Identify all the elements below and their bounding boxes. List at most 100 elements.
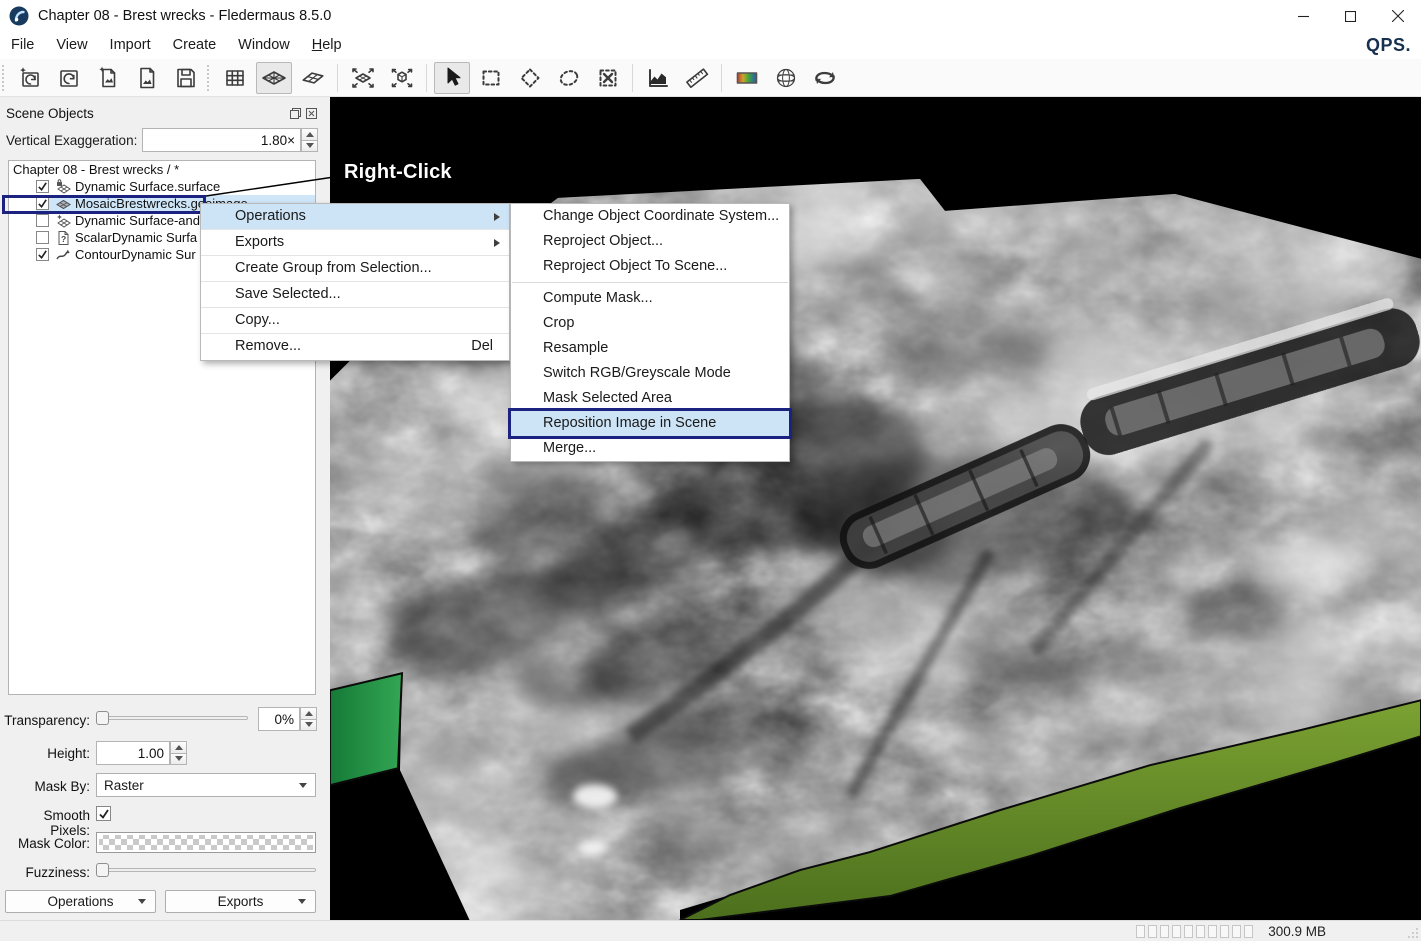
table-view-button[interactable]: [217, 62, 253, 94]
menu-item-merge[interactable]: Merge...: [511, 436, 789, 461]
new-scene-button[interactable]: [12, 62, 48, 94]
clear-selection-icon: [594, 65, 622, 91]
transparency-label: Transparency:: [0, 713, 90, 728]
vertical-exaggeration-input[interactable]: [142, 128, 301, 152]
exports-button-label: Exports: [218, 894, 264, 909]
menu-item-reproject-object-to-scene[interactable]: Reproject Object To Scene...: [511, 254, 789, 279]
toolbar-drag-handle[interactable]: [2, 65, 8, 91]
close-panel-button[interactable]: [305, 107, 318, 120]
menu-item-operations[interactable]: Operations: [201, 204, 509, 230]
spin-up-button[interactable]: [301, 128, 318, 141]
menu-item-label: Reproject Object To Scene...: [543, 258, 727, 274]
toolbar-separator: [632, 64, 633, 92]
menu-item-copy[interactable]: Copy...: [201, 308, 509, 334]
minimize-icon: [1298, 11, 1309, 22]
minimize-button[interactable]: [1280, 0, 1327, 32]
menu-item-switch-rgb-greyscale[interactable]: Switch RGB/Greyscale Mode: [511, 361, 789, 386]
toolbar-drag-handle[interactable]: [207, 65, 213, 91]
new-geopicture-button[interactable]: [90, 62, 126, 94]
menu-item-reposition-image-in-scene[interactable]: Reposition Image in Scene: [511, 411, 789, 436]
rotate-view-button[interactable]: [807, 62, 843, 94]
contour-icon: [55, 247, 75, 263]
operations-dropdown-button[interactable]: Operations: [5, 890, 156, 913]
menu-file[interactable]: File: [0, 32, 45, 59]
new-geopicture-icon: [95, 65, 121, 91]
menu-item-create-group[interactable]: Create Group from Selection...: [201, 256, 509, 282]
select-rectangle-button[interactable]: [473, 62, 509, 94]
visibility-checkbox[interactable]: [36, 214, 49, 227]
spin-down-button[interactable]: [300, 720, 317, 732]
menu-item-change-coordinate-system[interactable]: Change Object Coordinate System...: [511, 204, 789, 229]
check-icon: [37, 181, 48, 192]
close-button[interactable]: [1374, 0, 1421, 32]
resize-grip-icon[interactable]: [1407, 927, 1419, 939]
select-cursor-button[interactable]: [434, 62, 470, 94]
clear-selection-button[interactable]: [590, 62, 626, 94]
tree-item-dynamic-surface[interactable]: Dynamic Surface.surface: [36, 178, 315, 195]
height-input[interactable]: [96, 741, 170, 765]
submenu-arrow-icon: [494, 213, 500, 221]
fit-cube-icon: [388, 65, 416, 91]
slider-groove: [96, 716, 248, 720]
menu-item-reproject-object[interactable]: Reproject Object...: [511, 229, 789, 254]
fuzziness-slider[interactable]: [96, 861, 316, 879]
colormap-button[interactable]: [729, 62, 765, 94]
open-scene-button[interactable]: [51, 62, 87, 94]
menu-help[interactable]: Help: [301, 32, 353, 59]
memory-meter-cell: [1208, 925, 1217, 938]
height-label: Height:: [0, 746, 90, 761]
fit-surface-button[interactable]: [345, 62, 381, 94]
tree-root[interactable]: Chapter 08 - Brest wrecks / *: [9, 161, 315, 178]
smooth-pixels-checkbox[interactable]: [96, 806, 111, 821]
menu-import[interactable]: Import: [99, 32, 162, 59]
menu-item-mask-selected-area[interactable]: Mask Selected Area: [511, 386, 789, 411]
spin-up-button[interactable]: [300, 707, 317, 720]
open-geopicture-icon: [134, 65, 160, 91]
select-cursor-icon: [439, 65, 465, 91]
menu-item-save-selected[interactable]: Save Selected...: [201, 282, 509, 308]
mask-by-value: Raster: [104, 778, 144, 793]
scalar-doc-icon: ?: [55, 230, 75, 246]
slider-handle[interactable]: [96, 863, 109, 877]
menu-item-compute-mask[interactable]: Compute Mask...: [511, 286, 789, 311]
profile-chart-button[interactable]: [640, 62, 676, 94]
fit-grid-icon: [349, 65, 377, 91]
menu-window[interactable]: Window: [227, 32, 301, 59]
exports-dropdown-button[interactable]: Exports: [165, 890, 316, 913]
spin-up-button[interactable]: [170, 741, 187, 754]
visibility-checkbox[interactable]: [36, 248, 49, 261]
menu-item-crop[interactable]: Crop: [511, 311, 789, 336]
mask-by-combo[interactable]: Raster: [96, 773, 316, 797]
menu-create[interactable]: Create: [162, 32, 228, 59]
menu-item-remove[interactable]: Remove... Del: [201, 334, 509, 360]
toolbar-separator: [426, 64, 427, 92]
mask-color-swatch[interactable]: [96, 832, 316, 853]
transparency-slider[interactable]: [96, 709, 248, 727]
save-icon: [173, 65, 199, 91]
menu-item-exports[interactable]: Exports: [201, 230, 509, 256]
measure-ruler-button[interactable]: [679, 62, 715, 94]
spin-down-button[interactable]: [301, 141, 318, 153]
new-scene-icon: [17, 65, 43, 91]
grid-3d-button[interactable]: [768, 62, 804, 94]
window-title: Chapter 08 - Brest wrecks - Fledermaus 8…: [38, 8, 331, 24]
flat-surface-view-button[interactable]: [256, 62, 292, 94]
menu-item-label: Switch RGB/Greyscale Mode: [543, 365, 731, 381]
visibility-checkbox[interactable]: [36, 180, 49, 193]
vertical-exaggeration-label: Vertical Exaggeration:: [6, 133, 137, 148]
float-panel-button[interactable]: [289, 107, 302, 120]
maximize-button[interactable]: [1327, 0, 1374, 32]
menu-item-resample[interactable]: Resample: [511, 336, 789, 361]
slider-handle[interactable]: [96, 711, 109, 725]
spin-down-button[interactable]: [170, 754, 187, 766]
transparency-input[interactable]: [258, 707, 300, 731]
open-geopicture-button[interactable]: [129, 62, 165, 94]
vertical-exaggeration-spinner: [301, 128, 318, 152]
visibility-checkbox[interactable]: [36, 231, 49, 244]
save-button[interactable]: [168, 62, 204, 94]
tilted-surface-view-button[interactable]: [295, 62, 331, 94]
fit-cube-button[interactable]: [384, 62, 420, 94]
menu-view[interactable]: View: [45, 32, 98, 59]
select-lasso-button[interactable]: [551, 62, 587, 94]
select-polygon-button[interactable]: [512, 62, 548, 94]
